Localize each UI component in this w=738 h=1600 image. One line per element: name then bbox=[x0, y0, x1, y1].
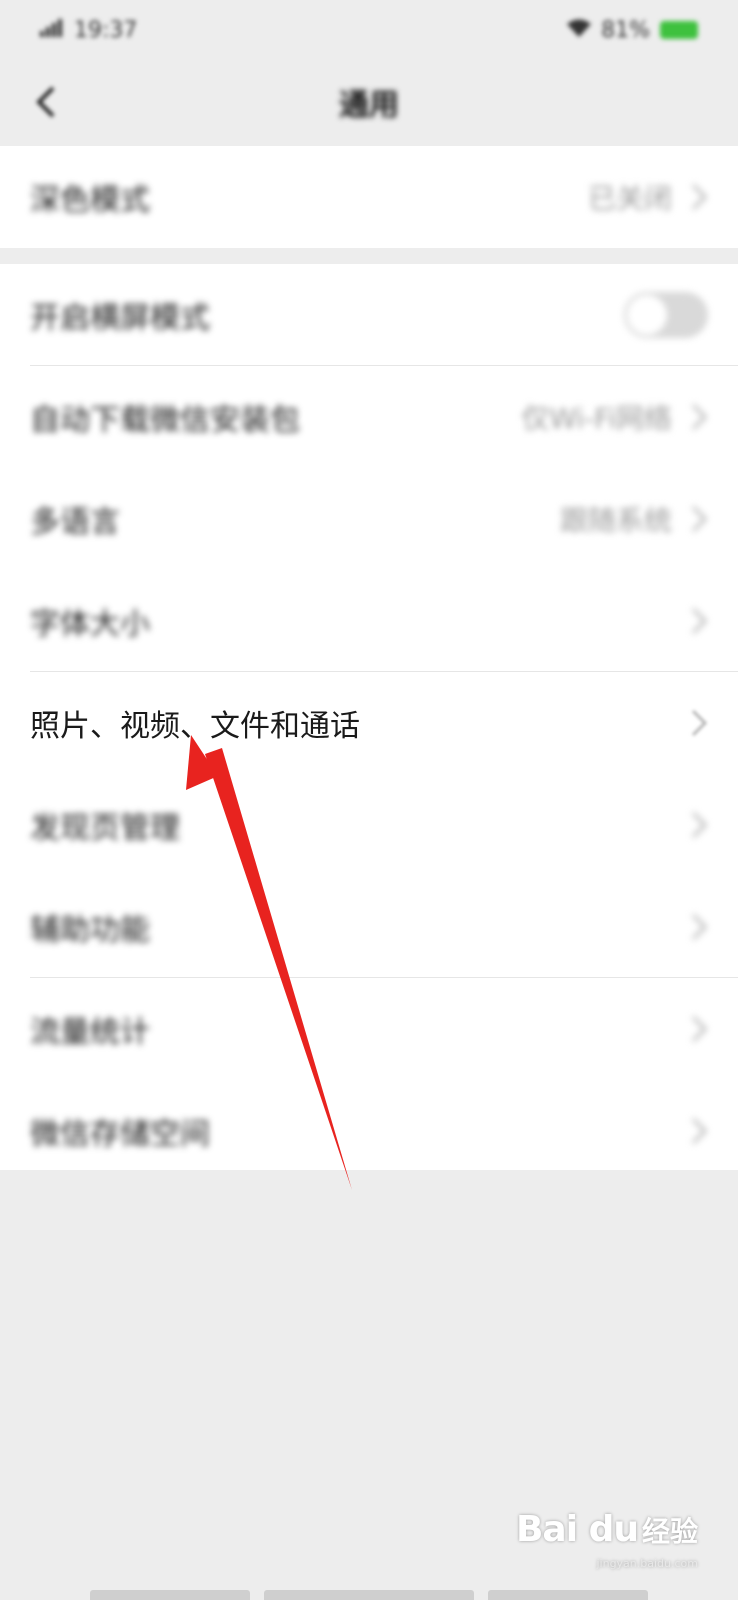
watermark-logo: Bai du bbox=[515, 1509, 639, 1550]
settings-item-language[interactable]: 多语言 跟随系统 bbox=[0, 468, 738, 570]
settings-item-auto-download[interactable]: 自动下载微信安装包 仅Wi-Fi网络 bbox=[0, 366, 738, 468]
chevron-right-icon bbox=[691, 1117, 708, 1145]
status-time: 19:37 bbox=[74, 17, 138, 43]
chevron-right-icon bbox=[691, 183, 708, 211]
settings-item-label: 深色模式 bbox=[30, 183, 150, 218]
settings-item-photos-videos-files[interactable]: 照片、视频、文件和通话 bbox=[0, 672, 738, 774]
settings-item-landscape[interactable]: 开启横屏模式 bbox=[0, 264, 738, 366]
settings-group-general: 开启横屏模式 自动下载微信安装包 仅Wi-Fi网络 多语言 跟随系统 字体大小 … bbox=[0, 264, 738, 1170]
watermark-text: 经验 bbox=[641, 1515, 698, 1548]
chevron-right-icon bbox=[691, 505, 708, 533]
chevron-right-icon bbox=[691, 709, 708, 737]
battery-percent: 81% bbox=[601, 17, 650, 43]
signal-icon bbox=[40, 18, 66, 43]
settings-item-label: 辅助功能 bbox=[30, 913, 150, 948]
settings-item-value: 仅Wi-Fi网络 bbox=[521, 402, 672, 435]
chevron-right-icon bbox=[691, 607, 708, 635]
bottom-bars bbox=[0, 1590, 738, 1600]
watermark-sub: jingyan.baidu.com bbox=[596, 1557, 698, 1570]
settings-item-font-size[interactable]: 字体大小 bbox=[0, 570, 738, 672]
settings-item-label: 自动下载微信安装包 bbox=[30, 403, 300, 438]
settings-item-label: 字体大小 bbox=[30, 607, 150, 642]
settings-item-label: 发现页管理 bbox=[30, 811, 180, 846]
battery-icon bbox=[660, 21, 698, 39]
chevron-right-icon bbox=[691, 913, 708, 941]
chevron-right-icon bbox=[691, 403, 708, 431]
settings-item-storage[interactable]: 微信存储空间 bbox=[0, 1080, 738, 1182]
status-bar: 19:37 81% bbox=[0, 0, 738, 60]
settings-item-label: 照片、视频、文件和通话 bbox=[30, 709, 360, 744]
chevron-left-icon bbox=[36, 86, 55, 118]
wifi-icon bbox=[567, 18, 592, 43]
settings-item-discover-manage[interactable]: 发现页管理 bbox=[0, 774, 738, 876]
settings-item-label: 微信存储空间 bbox=[30, 1117, 210, 1152]
back-button[interactable] bbox=[22, 78, 70, 126]
settings-item-label: 多语言 bbox=[30, 505, 120, 540]
settings-item-label: 开启横屏模式 bbox=[30, 301, 210, 336]
bottom-bar bbox=[90, 1590, 250, 1600]
landscape-toggle[interactable] bbox=[624, 292, 708, 338]
baidu-watermark: Bai du 经验 jingyan.baidu.com bbox=[515, 1509, 698, 1570]
bottom-bar bbox=[264, 1590, 474, 1600]
settings-item-data-usage[interactable]: 流量统计 bbox=[0, 978, 738, 1080]
settings-item-accessibility[interactable]: 辅助功能 bbox=[0, 876, 738, 978]
settings-item-dark-mode[interactable]: 深色模式 已关闭 bbox=[0, 146, 738, 248]
page-title: 通用 bbox=[339, 88, 399, 123]
nav-bar: 通用 bbox=[0, 60, 738, 144]
settings-item-label: 流量统计 bbox=[30, 1015, 150, 1050]
settings-item-value: 已关闭 bbox=[587, 182, 672, 215]
status-right: 81% bbox=[567, 18, 698, 43]
status-left: 19:37 bbox=[40, 18, 137, 43]
settings-group-display: 深色模式 已关闭 bbox=[0, 146, 738, 248]
settings-item-value: 跟随系统 bbox=[559, 504, 672, 537]
chevron-right-icon bbox=[691, 1015, 708, 1043]
chevron-right-icon bbox=[691, 811, 708, 839]
bottom-bar bbox=[488, 1590, 648, 1600]
